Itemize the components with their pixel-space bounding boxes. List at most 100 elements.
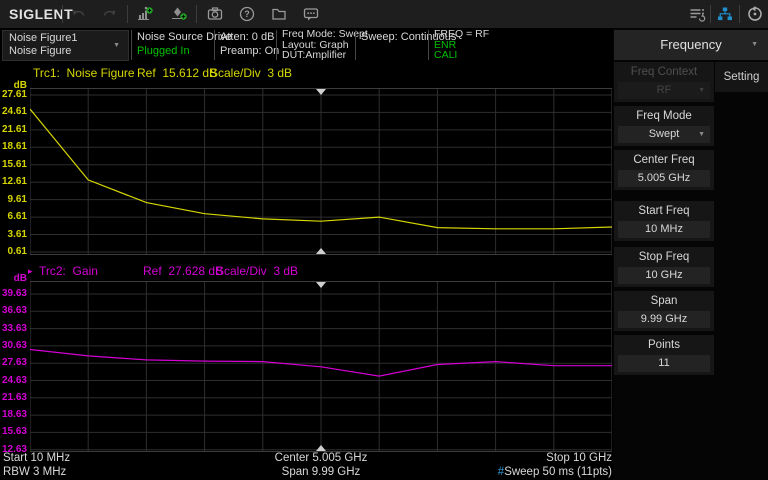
measurement-name: Noise Figure1 [9, 32, 77, 45]
lan-network-icon[interactable] [716, 5, 734, 23]
sidebar-title: Frequency [660, 37, 721, 52]
span-label: Span [614, 295, 714, 307]
chevron-down-icon: ▼ [113, 42, 120, 49]
y-axis-tick: 27.61 [2, 89, 27, 100]
y-axis-tick: 27.63 [2, 357, 27, 368]
atten-status: Atten: 0 dB [220, 30, 279, 44]
group-stop-freq: Stop Freq 10 GHz [614, 247, 714, 287]
trace2-header: ▸ Trc2: Gain Ref 27.628 dB Scale/Div 3 d… [0, 264, 613, 278]
y-axis-tick: 9.61 [8, 194, 27, 205]
center-freq-label: Center Freq [614, 154, 714, 166]
status-separator [276, 30, 277, 60]
siglent-logo: SIGLENT [9, 6, 73, 22]
y-axis-tick: 3.61 [8, 229, 27, 240]
freq-rf-status: FREQ = RF [434, 29, 489, 40]
center-freq-field[interactable]: 5.005 GHz [618, 170, 710, 187]
status-separator [355, 30, 356, 60]
add-trace-icon[interactable] [136, 5, 154, 23]
noise-figure-analyzer-screen: SIGLENT ? [0, 0, 768, 480]
y-axis-tick: 12.61 [2, 176, 27, 187]
points-field[interactable]: 11 [618, 355, 710, 372]
toolbar-separator [739, 5, 740, 23]
add-marker-icon[interactable] [170, 5, 188, 23]
sweep-readout: #Sweep 50 ms (11pts) [30, 466, 612, 478]
measurement-select-dropdown[interactable]: Noise Figure1 Noise Figure ▼ [2, 30, 129, 61]
chevron-down-icon: ▼ [698, 82, 705, 99]
bottom-row-1: Start 10 MHz Center 5.005 GHz Stop 10 GH… [0, 452, 613, 466]
y-axis-tick: 33.63 [2, 323, 27, 334]
toolbar-separator [62, 5, 63, 23]
gain-plot [30, 281, 612, 452]
group-points: Points 11 [614, 335, 714, 375]
start-freq-label: Start Freq [614, 205, 714, 217]
y-axis-tick: 24.63 [2, 375, 27, 386]
trace2-label[interactable]: Trc2: Gain [39, 264, 98, 278]
group-freq-mode: Freq Mode Swept▼ [614, 106, 714, 146]
chevron-down-icon: ▼ [751, 30, 758, 60]
freq-mode-label: Freq Mode [614, 110, 714, 122]
status-separator [131, 30, 132, 60]
message-icon[interactable] [302, 5, 320, 23]
trace2-ref[interactable]: Ref 27.628 dB [143, 264, 223, 278]
group-start-freq: Start Freq 10 MHz [614, 201, 714, 241]
freq-context-label: Freq Context [614, 66, 714, 78]
y-axis-tick: 15.61 [2, 159, 27, 170]
chevron-down-icon: ▼ [698, 126, 705, 143]
group-center-freq: Center Freq 5.005 GHz [614, 150, 714, 190]
group-freq-context: Freq Context RF▼ [614, 62, 714, 102]
y-axis-tick: 21.61 [2, 124, 27, 135]
screenshot-camera-icon[interactable] [206, 5, 224, 23]
y-axis-tick: 15.63 [2, 426, 27, 437]
status-separator [214, 30, 215, 60]
noise-figure-plot [30, 88, 612, 255]
stop-freq-field[interactable]: 10 GHz [618, 267, 710, 284]
trace2-active-arrow-icon: ▸ [28, 266, 33, 277]
start-freq-field[interactable]: 10 MHz [618, 221, 710, 238]
freq-context-select[interactable]: RF▼ [618, 82, 710, 99]
file-folder-icon[interactable] [270, 5, 288, 23]
y-axis-tick: 18.63 [2, 409, 27, 420]
span-field[interactable]: 9.99 GHz [618, 311, 710, 328]
cali-status: CALI [434, 50, 489, 61]
toolbar-separator [196, 5, 197, 23]
y-axis-tick: 6.61 [8, 211, 27, 222]
freq-mode-select[interactable]: Swept▼ [618, 126, 710, 143]
status-separator [428, 30, 429, 60]
svg-text:?: ? [244, 9, 250, 19]
trace1-header: Trc1: Noise Figure Ref 15.612 dB Scale/D… [0, 66, 613, 80]
history-icon[interactable] [746, 5, 764, 23]
y-axis-tick: 24.61 [2, 106, 27, 117]
noise-source-state: Plugged In [137, 44, 232, 58]
redo-icon[interactable] [100, 5, 118, 23]
y-axis-tick: 30.63 [2, 340, 27, 351]
help-icon[interactable]: ? [238, 5, 256, 23]
sidebar-menu-header[interactable]: Frequency ▼ [614, 30, 768, 60]
tab-setting[interactable]: Setting [715, 62, 768, 92]
points-label: Points [614, 339, 714, 351]
toolbar-separator [710, 5, 711, 23]
trace1-label[interactable]: Trc1: Noise Figure [33, 66, 135, 80]
trace1-y-axis: 27.61 24.61 21.61 18.61 15.61 12.61 9.61 6.61 3.… [0, 88, 28, 255]
y-axis-tick: 39.63 [2, 288, 27, 299]
y-axis-tick: 18.61 [2, 141, 27, 152]
stop-freq-readout: Stop 10 GHz [30, 452, 612, 464]
preamp-status: Preamp: On [220, 44, 279, 58]
y-axis-tick: 21.63 [2, 392, 27, 403]
trace1-scale[interactable]: Scale/Div 3 dB [210, 66, 292, 80]
y-axis-tick: 0.61 [8, 246, 27, 257]
sidebar: Frequency ▼ Setting Freq Context RF▼ Fre… [613, 28, 768, 480]
stop-freq-label: Stop Freq [614, 251, 714, 263]
bottom-row-2: RBW 3 MHz Span 9.99 GHz #Sweep 50 ms (11… [0, 466, 613, 480]
y-axis-tick: 36.63 [2, 305, 27, 316]
toolbar: SIGLENT ? [0, 0, 768, 28]
group-span: Span 9.99 GHz [614, 291, 714, 331]
measurement-type: Noise Figure [9, 45, 77, 58]
trace2-scale[interactable]: Scale/Div 3 dB [216, 264, 298, 278]
trace1-ref[interactable]: Ref 15.612 dB [137, 66, 217, 80]
trace2-y-axis: 39.63 36.63 33.63 30.63 27.63 24.63 21.63 18.63… [0, 281, 28, 452]
task-list-icon[interactable] [688, 5, 706, 23]
noise-source-label: Noise Source Drive [137, 30, 232, 44]
toolbar-separator [127, 5, 128, 23]
status-bar: Noise Figure1 Noise Figure ▼ Noise Sourc… [0, 28, 613, 62]
undo-icon[interactable] [70, 5, 88, 23]
